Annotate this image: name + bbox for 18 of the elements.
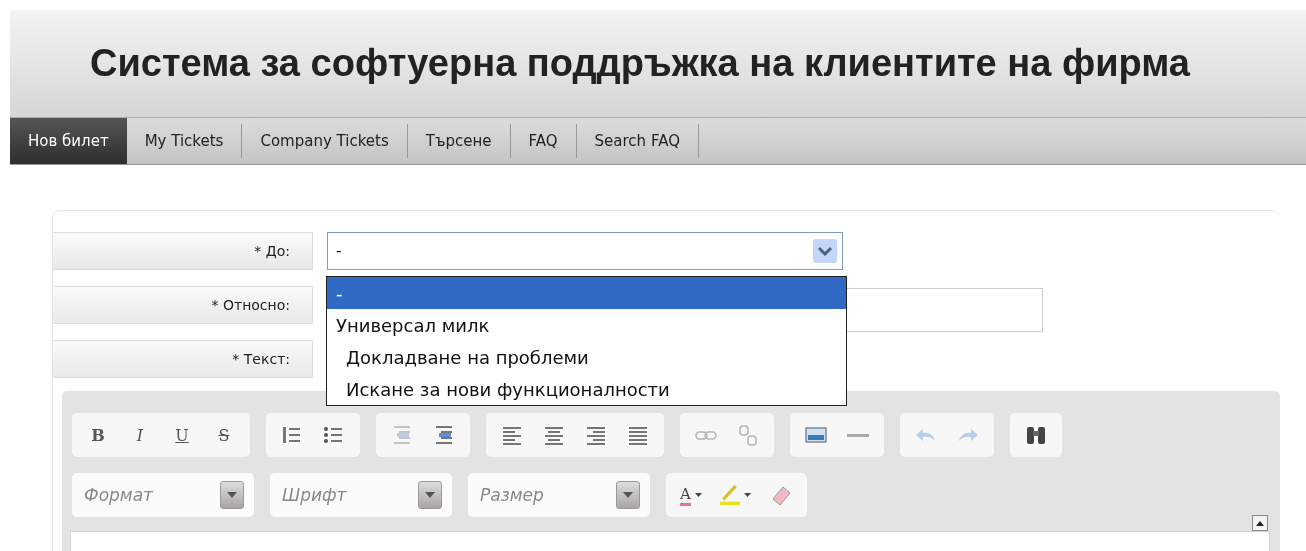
- nav-tab[interactable]: My Tickets: [126, 124, 243, 158]
- nav-tab[interactable]: Търсене: [407, 124, 511, 158]
- field-label: * Текст:: [53, 340, 313, 378]
- nav-tab[interactable]: Search FAQ: [576, 124, 699, 158]
- nav-tab[interactable]: FAQ: [510, 124, 577, 158]
- combo-field[interactable]: Размер: [468, 473, 650, 517]
- nav-tab[interactable]: Нов билет: [10, 118, 127, 164]
- nav-tab[interactable]: Company Tickets: [242, 124, 408, 158]
- underline-button[interactable]: U: [162, 420, 202, 450]
- field-label: * До:: [53, 232, 313, 270]
- dropdown-option[interactable]: -: [327, 277, 846, 309]
- page-title: Система за софтуерна поддръжка на клиентите на фирма: [90, 42, 1190, 85]
- italic-button[interactable]: I: [120, 420, 160, 450]
- field-label: * Относно:: [53, 286, 313, 324]
- strike-button[interactable]: S: [204, 420, 244, 450]
- select-field[interactable]: -: [327, 232, 843, 270]
- bold-button[interactable]: B: [78, 420, 118, 450]
- text-color-button[interactable]: A: [672, 480, 710, 510]
